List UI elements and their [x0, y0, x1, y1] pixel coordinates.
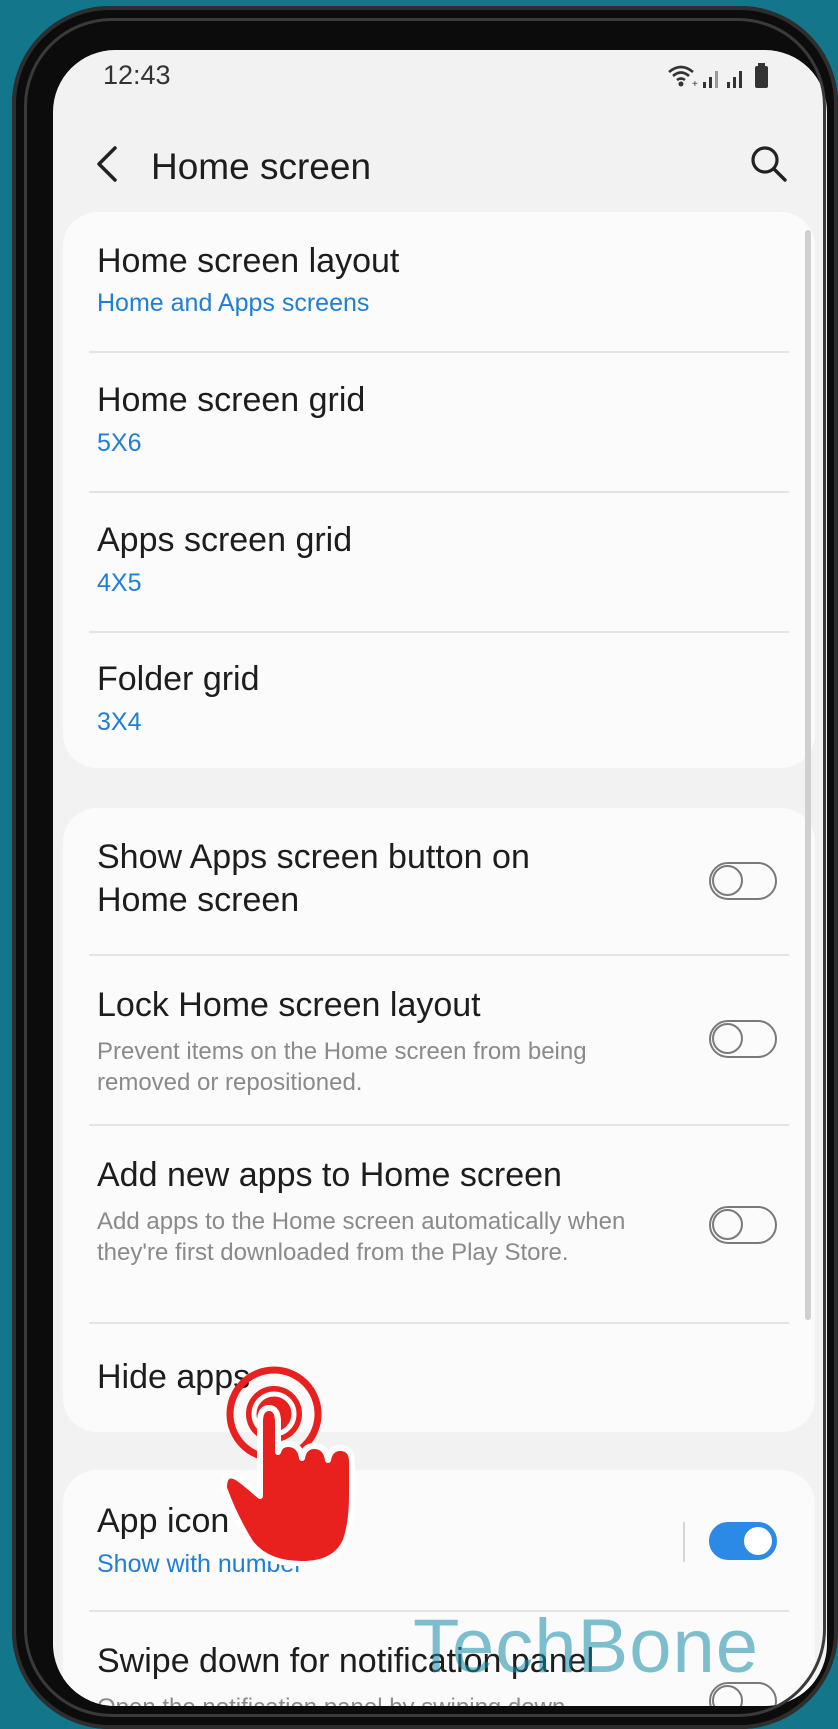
- setting-title: Apps screen grid: [97, 521, 353, 559]
- setting-title: Lock Home screen layout: [97, 986, 481, 1024]
- vertical-separator: [683, 1522, 685, 1562]
- toggle-knob: [712, 1209, 743, 1240]
- signal-icon-2: [727, 71, 742, 88]
- lock-layout-toggle[interactable]: [709, 1020, 777, 1058]
- search-button[interactable]: [747, 142, 791, 186]
- tap-hand-icon: [221, 1366, 355, 1566]
- add-new-apps-toggle[interactable]: [709, 1206, 777, 1244]
- setting-apps-screen-grid[interactable]: Apps screen grid 4X5: [63, 493, 815, 631]
- setting-value: 4X5: [97, 569, 142, 597]
- setting-lock-layout[interactable]: Lock Home screen layout Prevent items on…: [63, 956, 815, 1124]
- setting-home-screen-grid[interactable]: Home screen grid 5X6: [63, 353, 815, 491]
- scrollbar[interactable]: [805, 230, 811, 1320]
- toggle-knob: [741, 1524, 775, 1558]
- battery-icon: [755, 63, 768, 88]
- show-apps-button-toggle[interactable]: [709, 862, 777, 900]
- back-button[interactable]: [87, 142, 131, 186]
- setting-value: Home and Apps screens: [97, 289, 370, 317]
- setting-value: 3X4: [97, 708, 142, 736]
- home-options-card: Show Apps screen button on Home screen L…: [63, 808, 815, 1432]
- phone-frame: 12:43 + Home screen Home screen layout H…: [12, 6, 838, 1729]
- setting-add-new-apps[interactable]: Add new apps to Home screen Add apps to …: [63, 1126, 815, 1322]
- setting-description: Prevent items on the Home screen from be…: [97, 1038, 587, 1096]
- setting-title: Folder grid: [97, 660, 260, 698]
- phone-screen: 12:43 + Home screen Home screen layout H…: [53, 50, 827, 1706]
- setting-title: Add new apps to Home screen: [97, 1156, 562, 1194]
- setting-title: Home screen layout: [97, 242, 400, 280]
- signal-icon-1: [703, 71, 718, 88]
- app-icon-badges-toggle[interactable]: [709, 1522, 777, 1560]
- setting-description: Open the notification panel by swiping d…: [97, 1692, 637, 1706]
- status-time: 12:43: [103, 60, 171, 90]
- page-title: Home screen: [151, 146, 372, 187]
- status-icons: +: [668, 63, 768, 88]
- setting-home-screen-layout[interactable]: Home screen layout Home and Apps screens: [63, 212, 815, 351]
- status-bar: 12:43 +: [53, 50, 827, 100]
- watermark: TechBone: [413, 1604, 760, 1689]
- setting-app-icon-badges[interactable]: App icon badges Show with number: [63, 1470, 815, 1610]
- svg-text:+: +: [692, 79, 698, 88]
- grid-settings-card: Home screen layout Home and Apps screens…: [63, 212, 815, 768]
- setting-title: Home screen grid: [97, 381, 366, 419]
- search-icon: [751, 146, 787, 182]
- setting-title: Show Apps screen button on Home screen: [97, 838, 530, 919]
- setting-show-apps-button[interactable]: Show Apps screen button on Home screen: [63, 808, 815, 954]
- setting-description: Add apps to the Home screen automaticall…: [97, 1208, 626, 1266]
- setting-value: 5X6: [97, 429, 142, 457]
- wifi-icon: [668, 65, 694, 82]
- app-bar: Home screen: [53, 132, 827, 198]
- back-arrow-icon: [97, 146, 117, 182]
- setting-folder-grid[interactable]: Folder grid 3X4: [63, 633, 815, 768]
- setting-hide-apps[interactable]: Hide apps: [63, 1324, 815, 1432]
- toggle-knob: [712, 865, 743, 896]
- toggle-knob: [712, 1023, 743, 1054]
